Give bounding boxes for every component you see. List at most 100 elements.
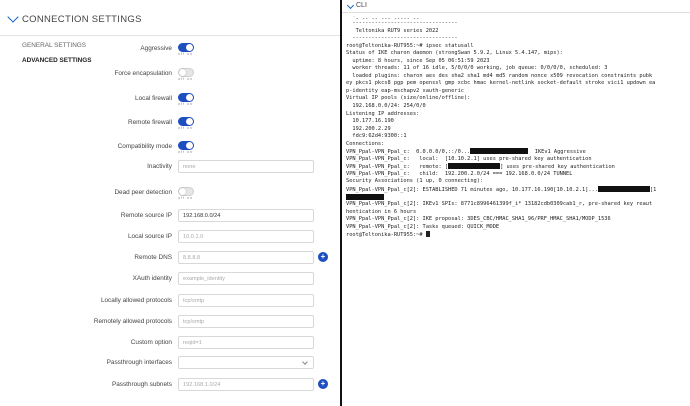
- compatibility-mode-toggle[interactable]: [178, 141, 194, 150]
- aggressive-toggle[interactable]: [178, 43, 194, 52]
- terminal-line: hentication in 6 hours: [346, 208, 417, 215]
- compatibility-mode-row: Compatibility mode off on: [76, 140, 340, 156]
- terminal-line: VPN_Ppal-VPN_Ppal_c: 0.0.0.0/0,::/0... I…: [346, 148, 586, 156]
- terminal-line: VPN_Ppal-VPN_Ppal_c: child: 192.200.2.0/…: [346, 170, 573, 177]
- dead-peer-detection-label: Dead peer detection: [114, 189, 172, 196]
- terminal-line: VPN_Ppal-VPN_Ppal_c[2]: IKEv1 SPIs: 8771…: [346, 201, 653, 208]
- local-firewall-row: Local firewall off on: [76, 92, 340, 108]
- redaction-bar: [346, 193, 384, 200]
- chevron-down-icon[interactable]: [7, 11, 19, 23]
- xauth-identity-input[interactable]: example_identity: [178, 272, 314, 285]
- remote-firewall-row: Remote firewall off on: [76, 116, 340, 132]
- compatibility-mode-label: Compatibility mode: [117, 143, 172, 150]
- xauth-identity-label: XAuth identity: [132, 275, 172, 282]
- local-source-ip-input[interactable]: 10.0.1.0: [178, 230, 314, 243]
- section-header[interactable]: CONNECTION SETTINGS: [0, 0, 340, 36]
- remote-source-ip-input[interactable]: 192.168.0.0/24: [178, 209, 314, 222]
- terminal-line: uptime: 8 hours, since Sep 05 06:51:59 2…: [346, 57, 490, 64]
- terminal-line: Security Associations (1 up, 0 connectin…: [346, 178, 484, 185]
- local-firewall-toggle[interactable]: [178, 93, 194, 102]
- section-title: CONNECTION SETTINGS: [22, 14, 142, 25]
- custom-option-input[interactable]: reqid=1: [178, 336, 314, 349]
- terminal-cursor: [425, 231, 430, 238]
- terminal-line: VPN_Ppal-VPN_Ppal_c[2]: Tasks queued: QU…: [346, 223, 500, 230]
- terminal-line: [346, 193, 690, 202]
- force-encapsulation-row: Force encapsulation off on: [76, 67, 340, 83]
- terminal-line: Listening IP addresses:: [346, 110, 420, 117]
- redaction-bar: [448, 163, 501, 170]
- remotely-allowed-protocols-input[interactable]: tcp/smtp: [178, 315, 314, 328]
- cli-header[interactable]: CLI: [342, 0, 690, 13]
- add-passthrough-subnet-button[interactable]: +: [318, 379, 328, 389]
- terminal-line: 192.200.2.29: [346, 125, 391, 132]
- terminal-line: ---------------------------------: [346, 35, 458, 42]
- local-firewall-toggle-caption: off on: [178, 102, 193, 106]
- remote-source-ip-row: Remote source IP 192.168.0.0/24: [76, 209, 340, 225]
- terminal-line: VPN_Ppal-VPN_Ppal_c: local: [10.10.2.1] …: [346, 155, 592, 162]
- terminal-line: 192.168.0.0/24: 254/0/0: [346, 103, 426, 110]
- local-source-ip-label: Local source IP: [127, 233, 172, 240]
- terminal-line: worker threads: 11 of 16 idle, 5/0/0/0 w…: [346, 65, 608, 72]
- aggressive-row: Aggressive off on: [76, 42, 340, 58]
- force-encapsulation-label: Force encapsulation: [114, 70, 172, 77]
- connection-settings-panel: CONNECTION SETTINGS GENERAL SETTINGS ADV…: [0, 0, 340, 406]
- custom-option-row: Custom option reqid=1: [76, 336, 340, 352]
- add-remote-dns-button[interactable]: +: [318, 252, 328, 262]
- chevron-down-icon[interactable]: [346, 1, 355, 10]
- terminal-line: Status of IKE charon daemon (strongSwan …: [346, 50, 563, 57]
- terminal-line: ---------------------------------: [346, 20, 458, 26]
- terminal-prompt[interactable]: root@Teltonika-RUT955:~#: [346, 231, 690, 239]
- locally-allowed-protocols-row: Locally allowed protocols tcp/smtp: [76, 294, 340, 310]
- locally-allowed-protocols-label: Locally allowed protocols: [100, 297, 172, 304]
- force-encapsulation-toggle[interactable]: [178, 68, 194, 77]
- locally-allowed-protocols-input[interactable]: tcp/smtp: [178, 294, 314, 307]
- inactivity-input[interactable]: none: [178, 160, 314, 173]
- passthrough-subnets-row: Passthrough subnets 192.168.1.0/24 +: [76, 378, 340, 394]
- custom-option-label: Custom option: [130, 339, 172, 346]
- compatibility-mode-toggle-caption: off on: [178, 150, 193, 154]
- terminal-line: root@Teltonika-RUT955:~# ipsec statusall: [346, 42, 474, 49]
- chevron-down-icon: [302, 359, 308, 365]
- remote-dns-input[interactable]: 8.8.8.8: [178, 251, 314, 264]
- terminal-line: Teltonika RUT9 series 2022: [346, 27, 439, 34]
- tab-general-settings[interactable]: GENERAL SETTINGS: [10, 38, 86, 53]
- terminal-line: ey pkcs1 pkcs8 pgp pem openssl gmp xcbc …: [346, 80, 656, 87]
- redaction-bar: [597, 186, 650, 193]
- remote-source-ip-label: Remote source IP: [120, 212, 172, 219]
- inactivity-row: Inactivity none: [76, 160, 340, 176]
- passthrough-interfaces-label: Passthrough interfaces: [106, 359, 172, 366]
- passthrough-interfaces-row: Passthrough interfaces: [76, 356, 340, 372]
- cli-panel: CLI `- -- -- --- ----- -- --------------…: [342, 0, 690, 406]
- dead-peer-detection-row: Dead peer detection off on: [76, 186, 340, 202]
- remote-dns-label: Remote DNS: [134, 254, 172, 261]
- terminal-line: 10.177.16.190: [346, 118, 394, 125]
- remotely-allowed-protocols-label: Remotely allowed protocols: [93, 318, 172, 325]
- terminal-line: Connections:: [346, 140, 385, 147]
- terminal-line: VPN_Ppal-VPN_Ppal_c: remote: [] uses pre…: [346, 163, 615, 171]
- local-firewall-label: Local firewall: [135, 95, 172, 102]
- xauth-identity-row: XAuth identity example_identity: [76, 272, 340, 288]
- terminal-line: p-identity eap-mschapv2 xauth-generic: [346, 87, 464, 94]
- passthrough-interfaces-select[interactable]: [178, 356, 314, 369]
- terminal-line: VPN_Ppal-VPN_Ppal_c[2]: IKE proposal: 3D…: [346, 216, 611, 223]
- remote-dns-row: Remote DNS 8.8.8.8 +: [76, 251, 340, 267]
- tab-advanced-settings[interactable]: ADVANCED SETTINGS: [10, 53, 91, 68]
- terminal-output[interactable]: `- -- -- --- ----- -- ------------------…: [346, 16, 690, 239]
- local-source-ip-row: Local source IP 10.0.1.0: [76, 230, 340, 246]
- terminal-line: VPN_Ppal-VPN_Ppal_c[2]: ESTABLISHED 71 m…: [346, 186, 657, 194]
- passthrough-subnets-label: Passthrough subnets: [111, 381, 172, 388]
- terminal-line: Virtual IP pools (size/online/offline):: [346, 95, 471, 102]
- inactivity-label: Inactivity: [147, 163, 172, 170]
- dead-peer-detection-toggle-caption: off on: [178, 196, 193, 200]
- remotely-allowed-protocols-row: Remotely allowed protocols tcp/smtp: [76, 315, 340, 331]
- aggressive-label: Aggressive: [140, 45, 172, 52]
- dead-peer-detection-toggle[interactable]: [178, 187, 194, 196]
- cli-title: CLI: [356, 2, 367, 9]
- remote-firewall-toggle[interactable]: [178, 117, 194, 126]
- settings-tabs: GENERAL SETTINGS ADVANCED SETTINGS: [10, 38, 91, 68]
- passthrough-subnets-input[interactable]: 192.168.1.0/24: [178, 378, 314, 391]
- redaction-bar: [470, 148, 529, 155]
- aggressive-toggle-caption: off on: [178, 52, 193, 56]
- terminal-line: loaded plugins: charon aes des sha2 sha1…: [346, 72, 653, 79]
- terminal-line: fdc9:62d4:9300::1: [346, 133, 407, 140]
